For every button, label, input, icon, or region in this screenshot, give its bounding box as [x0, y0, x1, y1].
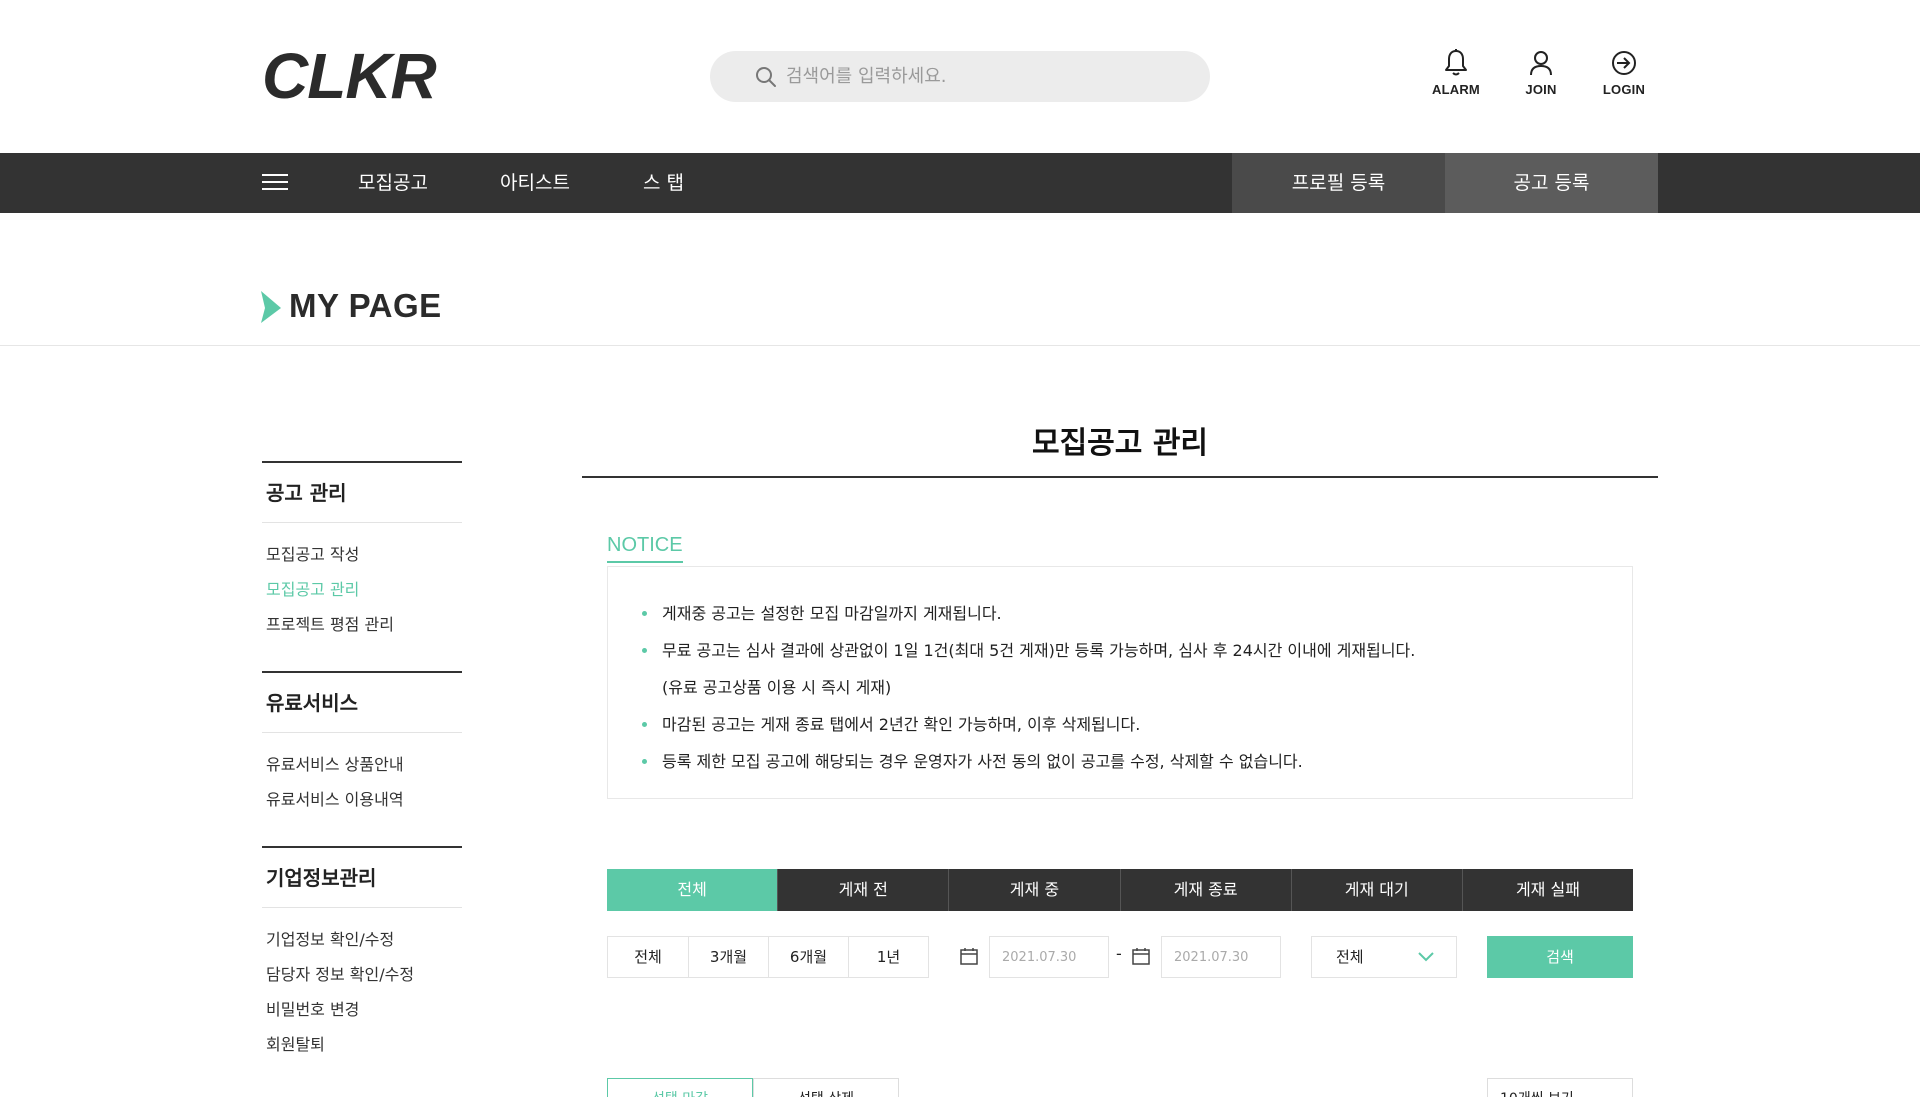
- nav-item-staff[interactable]: 스 탭: [643, 153, 684, 213]
- main-nav: 모집공고 아티스트 스 탭 프로필 등록 공고 등록: [0, 153, 1920, 213]
- sidebar-group-company: 기업정보관리 기업정보 확인/수정 담당자 정보 확인/수정 비밀번호 변경 회…: [262, 846, 462, 1062]
- alarm-button[interactable]: ALARM: [1421, 48, 1491, 97]
- alarm-label: ALARM: [1432, 82, 1480, 97]
- status-select-value: 전체: [1336, 948, 1364, 966]
- join-label: JOIN: [1525, 82, 1557, 97]
- site-header: CLKR ALARM JOIN LOGIN: [0, 0, 1920, 153]
- login-button[interactable]: LOGIN: [1589, 48, 1659, 97]
- period-1-year[interactable]: 1년: [848, 937, 928, 977]
- notice-item: 게재중 공고는 설정한 모집 마감일까지 게재됩니다.: [642, 595, 1632, 632]
- date-from-input[interactable]: [989, 936, 1109, 978]
- search-bar[interactable]: [710, 51, 1210, 102]
- date-to-input[interactable]: [1161, 936, 1281, 978]
- notice-item: 등록 제한 모집 공고에 해당되는 경우 운영자가 사전 동의 없이 공고를 수…: [642, 743, 1632, 780]
- nav-item-recruit[interactable]: 모집공고: [358, 153, 428, 213]
- menu-icon[interactable]: [262, 174, 288, 192]
- period-all[interactable]: 전체: [608, 937, 688, 977]
- divider: [0, 345, 1920, 346]
- sidebar-item-password[interactable]: 비밀번호 변경: [262, 992, 462, 1027]
- sidebar-item-paid-products[interactable]: 유료서비스 상품안내: [262, 747, 462, 782]
- tab-all[interactable]: 전체: [607, 869, 778, 911]
- notice-item-sub: (유료 공고상품 이용 시 즉시 게재): [662, 678, 892, 697]
- sidebar-item-post-create[interactable]: 모집공고 작성: [262, 537, 462, 572]
- sidebar-item-post-manage[interactable]: 모집공고 관리: [262, 572, 462, 607]
- nav-item-artist[interactable]: 아티스트: [500, 153, 570, 213]
- sidebar-group-title: 유료서비스: [262, 673, 462, 733]
- close-selected-button[interactable]: 선택 마감: [607, 1078, 753, 1097]
- search-input[interactable]: [786, 51, 1186, 102]
- sidebar-group-paid: 유료서비스 유료서비스 상품안내 유료서비스 이용내역: [262, 671, 462, 817]
- login-icon: [1612, 51, 1636, 75]
- sidebar-item-withdraw[interactable]: 회원탈퇴: [262, 1027, 462, 1062]
- notice-item: 무료 공고는 심사 결과에 상관없이 1일 1건(최대 5건 게재)만 등록 가…: [642, 632, 1632, 669]
- arrow-icon: [261, 291, 281, 323]
- join-button[interactable]: JOIN: [1506, 48, 1576, 97]
- chevron-down-icon: [1418, 952, 1434, 962]
- tab-before[interactable]: 게재 전: [777, 869, 949, 911]
- calendar-icon[interactable]: [959, 946, 979, 966]
- tab-ended[interactable]: 게재 종료: [1119, 869, 1291, 911]
- period-3-months[interactable]: 3개월: [688, 937, 768, 977]
- period-6-months[interactable]: 6개월: [768, 937, 848, 977]
- calendar-icon[interactable]: [1131, 946, 1151, 966]
- delete-selected-button[interactable]: 선택 삭제: [753, 1078, 899, 1097]
- date-separator: -: [1116, 944, 1122, 963]
- search-icon[interactable]: [754, 65, 778, 89]
- notice-label: NOTICE: [607, 534, 683, 563]
- sidebar-item-paid-history[interactable]: 유료서비스 이용내역: [262, 782, 462, 817]
- status-select[interactable]: 전체: [1311, 936, 1457, 978]
- sidebar-group-title: 기업정보관리: [262, 848, 462, 908]
- bell-icon: [1445, 49, 1467, 76]
- period-filter: 전체 3개월 6개월 1년: [607, 936, 929, 978]
- sidebar-item-company-info[interactable]: 기업정보 확인/수정: [262, 922, 462, 957]
- tab-failed[interactable]: 게재 실패: [1461, 869, 1634, 911]
- section-divider: [582, 476, 1658, 478]
- page-title: MY PAGE: [289, 287, 442, 324]
- search-button[interactable]: 검색: [1487, 936, 1633, 978]
- user-icon: [1530, 51, 1552, 76]
- sidebar-group-post: 공고 관리 모집공고 작성 모집공고 관리 프로젝트 평점 관리: [262, 461, 462, 642]
- login-label: LOGIN: [1602, 82, 1646, 97]
- profile-register-button[interactable]: 프로필 등록: [1232, 153, 1445, 213]
- sidebar-item-manager-info[interactable]: 담당자 정보 확인/수정: [262, 957, 462, 992]
- logo[interactable]: CLKR: [262, 44, 437, 108]
- tab-pending[interactable]: 게재 대기: [1290, 869, 1462, 911]
- sidebar-item-rating-manage[interactable]: 프로젝트 평점 관리: [262, 607, 462, 642]
- per-page-select[interactable]: 10개씩 보기: [1487, 1078, 1633, 1097]
- post-register-button[interactable]: 공고 등록: [1445, 153, 1658, 213]
- notice-item: 마감된 공고는 게재 종료 탭에서 2년간 확인 가능하며, 이후 삭제됩니다.: [642, 706, 1632, 743]
- status-tabs: 전체 게재 전 게재 중 게재 종료 게재 대기 게재 실패: [607, 869, 1634, 911]
- tab-active[interactable]: 게재 중: [948, 869, 1120, 911]
- section-title: 모집공고 관리: [1031, 426, 1209, 461]
- sidebar-group-title: 공고 관리: [262, 463, 462, 523]
- notice-box: 게재중 공고는 설정한 모집 마감일까지 게재됩니다. 무료 공고는 심사 결과…: [607, 566, 1633, 799]
